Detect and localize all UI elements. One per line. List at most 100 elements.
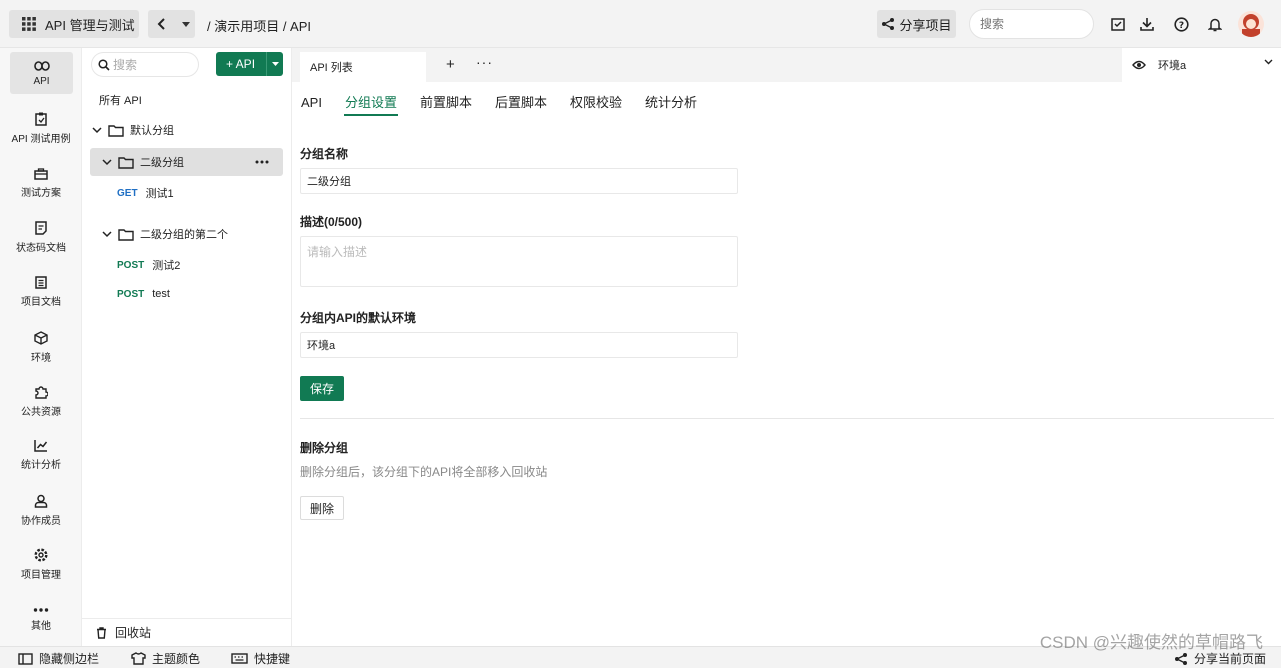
nav-item-test-plans[interactable]: 测试方案 bbox=[0, 162, 82, 204]
nav-item-label: 项目管理 bbox=[21, 569, 61, 581]
theme-color-button[interactable]: 主题颜色 bbox=[131, 650, 200, 667]
tree-group-label: 二级分组 bbox=[140, 157, 184, 169]
nav-item-label: 其他 bbox=[31, 620, 51, 632]
environment-value: 环境a bbox=[1158, 60, 1187, 72]
tab-post-script[interactable]: 后置脚本 bbox=[494, 92, 548, 116]
chevron-down-icon[interactable] bbox=[176, 10, 195, 38]
more-icon bbox=[33, 607, 49, 612]
tree-api-item[interactable]: POST test bbox=[117, 280, 170, 308]
tree-api-item[interactable]: POST 测试2 bbox=[117, 251, 180, 279]
nav-item-project-settings[interactable]: 项目管理 bbox=[0, 543, 82, 585]
add-api-button[interactable]: + API bbox=[216, 52, 283, 76]
folder-icon bbox=[118, 156, 134, 169]
chevron-down-icon[interactable] bbox=[266, 52, 283, 76]
theme-color-label: 主题颜色 bbox=[152, 652, 201, 666]
group-name-input[interactable]: 二级分组 bbox=[300, 168, 738, 194]
delete-button[interactable]: 删除 bbox=[300, 496, 344, 520]
group-name-label: 分组名称 bbox=[300, 147, 349, 161]
nav-item-label: API 测试用例 bbox=[11, 133, 71, 145]
group-name-value: 二级分组 bbox=[307, 176, 351, 188]
sidebar-icon bbox=[18, 652, 33, 665]
more-icon[interactable]: ··· bbox=[476, 54, 493, 70]
gear-icon bbox=[34, 547, 48, 562]
chevron-down-icon bbox=[92, 126, 102, 133]
tab-group-settings[interactable]: 分组设置 bbox=[343, 92, 398, 116]
method-badge: POST bbox=[117, 288, 145, 300]
description-textarea[interactable]: 请输入描述 bbox=[300, 236, 738, 287]
nav-item-status-docs[interactable]: 状态码文档 bbox=[0, 216, 82, 258]
default-env-value: 环境a bbox=[307, 340, 336, 352]
hide-sidebar-button[interactable]: 隐藏侧边栏 bbox=[18, 650, 99, 667]
calendar-check-icon[interactable] bbox=[1108, 14, 1128, 34]
recycle-bin[interactable]: 回收站 bbox=[82, 618, 292, 646]
share-project-label: 分享项目 bbox=[899, 17, 952, 33]
more-icon[interactable] bbox=[255, 160, 269, 164]
svg-text:?: ? bbox=[1178, 21, 1183, 31]
new-tab-icon[interactable]: + bbox=[446, 56, 455, 73]
cube-icon bbox=[34, 330, 48, 345]
back-icon[interactable] bbox=[148, 10, 176, 38]
nav-item-label: 公共资源 bbox=[21, 406, 61, 418]
nav-item-members[interactable]: 协作成员 bbox=[0, 489, 82, 531]
nav-item-label: 协作成员 bbox=[21, 515, 61, 527]
hide-sidebar-label: 隐藏侧边栏 bbox=[39, 652, 100, 666]
default-env-select[interactable]: 环境a bbox=[300, 332, 738, 358]
nav-item-test-cases[interactable]: API 测试用例 bbox=[0, 107, 82, 149]
nav-item-more[interactable]: 其他 bbox=[0, 598, 82, 640]
link-icon bbox=[33, 60, 50, 71]
keyboard-icon bbox=[231, 653, 248, 664]
nav-item-label: 统计分析 bbox=[21, 460, 61, 471]
bell-icon[interactable] bbox=[1205, 14, 1225, 34]
group-subtabs: API 分组设置 前置脚本 后置脚本 权限校验 统计分析 bbox=[300, 92, 719, 116]
folder-icon bbox=[108, 124, 124, 137]
nav-item-api[interactable]: API bbox=[10, 52, 73, 94]
tab-statistics[interactable]: 统计分析 bbox=[644, 92, 698, 116]
members-icon bbox=[34, 494, 48, 508]
nav-item-project-docs[interactable]: 项目文档 bbox=[0, 271, 82, 313]
nav-item-environment[interactable]: 环境 bbox=[0, 326, 82, 368]
left-nav: API API 测试用例 测试方案 状态码文档 项目文档 环境 公共资源 统计分… bbox=[0, 48, 82, 646]
app-menu-button[interactable]: API 管理与测试 bbox=[9, 10, 139, 38]
nav-item-statistics[interactable]: 统计分析 bbox=[0, 434, 82, 476]
avatar[interactable] bbox=[1238, 11, 1264, 37]
tree-group-label: 默认分组 bbox=[130, 125, 174, 137]
nav-item-shared-resources[interactable]: 公共资源 bbox=[0, 380, 82, 422]
environment-select[interactable]: 环境a bbox=[1122, 48, 1281, 82]
global-search-input[interactable] bbox=[969, 9, 1094, 39]
chevron-down-icon bbox=[1264, 59, 1273, 65]
shortcuts-button[interactable]: 快捷键 bbox=[231, 650, 290, 667]
nav-item-label: 状态码文档 bbox=[16, 242, 66, 254]
watermark: CSDN @兴趣使然的草帽路飞 bbox=[1039, 633, 1263, 652]
api-name: test bbox=[152, 288, 170, 300]
tab-pre-script[interactable]: 前置脚本 bbox=[419, 92, 473, 116]
nav-item-label: API bbox=[33, 75, 50, 87]
tree-group-sub[interactable]: 二级分组 bbox=[90, 148, 283, 176]
tree-search-input[interactable]: 搜索 bbox=[91, 52, 199, 77]
tree-group-default[interactable]: 默认分组 bbox=[92, 116, 282, 144]
tree-all-apis[interactable]: 所有 API bbox=[99, 92, 142, 108]
save-button[interactable]: 保存 bbox=[300, 376, 344, 401]
notes-icon bbox=[35, 276, 47, 289]
help-icon[interactable]: ? bbox=[1171, 14, 1191, 34]
tree-api-item[interactable]: GET 测试1 bbox=[117, 179, 174, 207]
top-bar: API 管理与测试 / 演示用项目 / API 分享项目 ? bbox=[0, 0, 1281, 48]
share-project-button[interactable]: 分享项目 bbox=[877, 10, 956, 38]
api-tree-panel: 搜索 + API 所有 API 默认分组 二级分组 GET 测试1 二级分组的第… bbox=[82, 48, 292, 646]
nav-item-label: 测试方案 bbox=[21, 187, 61, 199]
delete-group-title: 删除分组 bbox=[300, 441, 349, 455]
trash-icon bbox=[97, 626, 106, 639]
api-name: 测试1 bbox=[145, 188, 174, 200]
tab-api-list[interactable]: API 列表 bbox=[300, 52, 426, 82]
tree-group-second[interactable]: 二级分组的第二个 bbox=[102, 220, 228, 248]
download-icon[interactable] bbox=[1137, 14, 1157, 34]
add-api-label: + API bbox=[226, 57, 256, 71]
tab-api[interactable]: API bbox=[300, 92, 323, 116]
default-env-label: 分组内API的默认环境 bbox=[300, 311, 417, 325]
tab-bar: API 列表 + ··· 环境a bbox=[292, 48, 1281, 82]
divider bbox=[300, 418, 1274, 419]
delete-group-description: 删除分组后，该分组下的API将全部移入回收站 bbox=[300, 465, 548, 479]
chart-icon bbox=[34, 440, 48, 452]
tab-permission[interactable]: 权限校验 bbox=[569, 92, 623, 116]
folder-icon bbox=[118, 228, 134, 241]
breadcrumb: / 演示用项目 / API bbox=[207, 19, 312, 34]
